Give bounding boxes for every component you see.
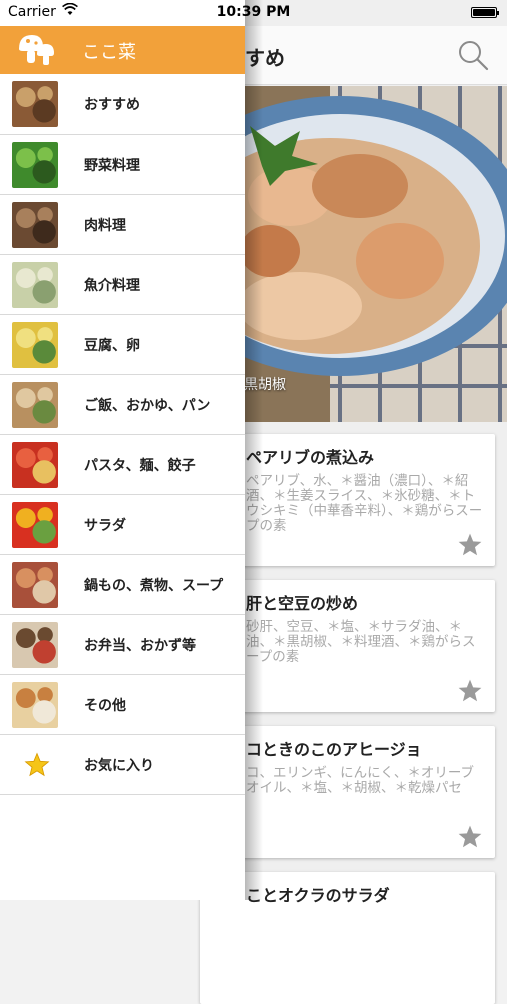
side-menu-drawer: ここ菜 おすすめ野菜料理肉料理魚介料理豆腐、卵ご飯、おかゆ、パン パスタ、麺、餃子… bbox=[0, 0, 245, 900]
menu-item-label: ご飯、おかゆ、パン bbox=[84, 398, 211, 414]
menu-item[interactable]: 豆腐、卵 bbox=[0, 315, 245, 375]
category-thumbnail bbox=[12, 562, 58, 608]
menu-item-label: 肉料理 bbox=[84, 218, 126, 234]
recipe-ingredients: 砂肝、空豆、＊塩、＊サラダ油、＊油、＊黒胡椒、＊料理酒、＊鶏がらスープの素 bbox=[246, 619, 476, 665]
menu-item-label: 豆腐、卵 bbox=[84, 338, 140, 354]
favorite-star-icon[interactable] bbox=[457, 678, 483, 704]
recipe-title: ペアリブの煮込み bbox=[246, 448, 375, 467]
category-thumbnail bbox=[12, 382, 58, 428]
menu-item-label: お弁当、おかず等 bbox=[84, 638, 196, 654]
status-time: 10:39 PM bbox=[216, 4, 291, 20]
menu-item[interactable]: サラダ bbox=[0, 495, 245, 555]
category-thumbnail bbox=[12, 502, 58, 548]
battery-icon bbox=[471, 7, 499, 18]
category-thumbnail bbox=[12, 142, 58, 188]
category-thumbnail bbox=[12, 81, 58, 127]
category-menu: おすすめ野菜料理肉料理魚介料理豆腐、卵ご飯、おかゆ、パン パスタ、麺、餃子 サラダ鍋… bbox=[0, 74, 245, 795]
recipe-title: コときのこのアヒージョ bbox=[246, 740, 422, 759]
favorite-star-icon[interactable] bbox=[457, 532, 483, 558]
category-thumbnail bbox=[12, 682, 58, 728]
menu-item-label: 魚介料理 bbox=[84, 278, 140, 294]
mushroom-logo-icon bbox=[19, 35, 54, 65]
favorite-star-icon[interactable] bbox=[457, 824, 483, 850]
category-thumbnail bbox=[12, 262, 58, 308]
menu-item-label: 鍋もの、煮物、スープ bbox=[84, 578, 224, 594]
menu-item[interactable]: 鍋もの、煮物、スープ bbox=[0, 555, 245, 615]
menu-item-label: その他 bbox=[84, 698, 126, 714]
menu-item[interactable]: おすすめ bbox=[0, 74, 245, 135]
status-bar: Carrier 10:39 PM bbox=[0, 0, 507, 26]
recipe-ingredients: コ、エリンギ、にんにく、＊オリーブオイル、＊塩、＊胡椒、＊乾燥パセ bbox=[246, 765, 475, 796]
recipe-title: ことオクラのサラダ bbox=[246, 886, 390, 905]
menu-item[interactable]: 野菜料理 bbox=[0, 135, 245, 195]
menu-item-label: お気に入り bbox=[84, 758, 154, 774]
category-thumbnail bbox=[12, 622, 58, 668]
menu-item[interactable]: お弁当、おかず等 bbox=[0, 615, 245, 675]
menu-item[interactable]: 魚介料理 bbox=[0, 255, 245, 315]
menu-item-label: おすすめ bbox=[84, 97, 140, 113]
menu-item-favorites[interactable]: お気に入り bbox=[0, 735, 245, 795]
drawer-header: ここ菜 bbox=[0, 26, 245, 74]
category-thumbnail bbox=[12, 442, 58, 488]
menu-item[interactable]: その他 bbox=[0, 675, 245, 735]
category-thumbnail bbox=[12, 202, 58, 248]
drawer-shadow bbox=[245, 0, 263, 900]
star-icon bbox=[24, 752, 50, 777]
category-thumbnail bbox=[12, 322, 58, 368]
app-title: ここ菜 bbox=[82, 42, 136, 63]
menu-item-label: パスタ、麺、餃子 bbox=[84, 458, 196, 474]
menu-item[interactable]: ご飯、おかゆ、パン bbox=[0, 375, 245, 435]
battery-level bbox=[473, 9, 495, 16]
menu-item-label: サラダ bbox=[84, 518, 126, 534]
recipe-ingredients: ペアリブ、水、＊醤油（濃口）、＊紹酒、＊生姜スライス、＊氷砂糖、＊トウシキミ（中… bbox=[246, 473, 483, 534]
menu-item[interactable]: 肉料理 bbox=[0, 195, 245, 255]
search-icon[interactable] bbox=[457, 39, 489, 71]
menu-item[interactable]: パスタ、麺、餃子 bbox=[0, 435, 245, 495]
menu-item-label: 野菜料理 bbox=[84, 158, 140, 174]
